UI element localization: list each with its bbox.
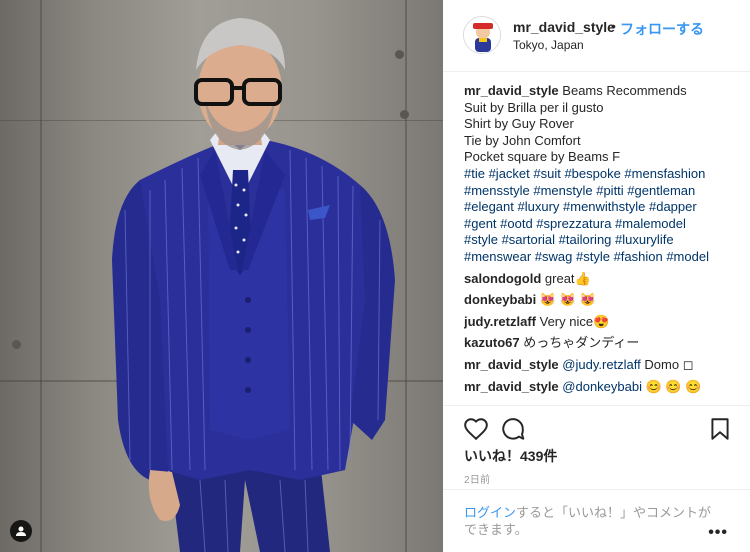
- hashtag-line[interactable]: #mensstyle #menstyle #pitti #gentleman: [464, 183, 744, 200]
- hashtag-line[interactable]: #gent #ootd #sprezzatura #malemodel: [464, 216, 744, 233]
- login-prompt: ログインすると「いいね！」やコメントができます。 •••: [443, 489, 750, 552]
- caption-line: Pocket square by Beams F: [464, 149, 621, 165]
- hashtag-line[interactable]: #elegant #luxury #menwithstyle #dapper: [464, 199, 744, 216]
- comment-item: judy.retzlaff Very nice😍: [464, 314, 744, 331]
- comment-icon[interactable]: [500, 416, 526, 442]
- likes-count[interactable]: いいね！439件: [464, 446, 557, 466]
- comment-username[interactable]: mr_david_style: [464, 379, 559, 394]
- caption-line: Shirt by Guy Rover: [464, 116, 574, 132]
- post-time[interactable]: 2日前: [464, 471, 490, 486]
- comment-mention[interactable]: @donkeybabi: [562, 379, 642, 394]
- comment-text: 😊 😊 😊: [645, 378, 702, 394]
- caption-line: Suit by Brilla per il gusto: [464, 99, 604, 115]
- post-details-panel: mr_david_style • フォローする Tokyo, Japan mr_…: [443, 0, 750, 552]
- login-link[interactable]: ログイン: [464, 505, 516, 520]
- post-photo[interactable]: [0, 0, 443, 552]
- comment-text: めっちゃダンディー: [523, 335, 640, 351]
- comment-text: 😻 😻 😻: [539, 292, 596, 308]
- action-bar: [443, 405, 750, 445]
- comment-username[interactable]: kazuto67: [464, 335, 520, 350]
- comment-text: great👍: [544, 270, 591, 286]
- separator-dot: •: [611, 18, 616, 34]
- bookmark-icon[interactable]: [707, 416, 733, 442]
- comment-mention[interactable]: @judy.retzlaff: [562, 357, 640, 372]
- follow-button[interactable]: フォローする: [620, 19, 704, 39]
- post-header: mr_david_style • フォローする Tokyo, Japan: [443, 0, 750, 72]
- comment-username[interactable]: mr_david_style: [464, 357, 559, 372]
- comment-item: mr_david_style @judy.retzlaff Domo ◻: [464, 357, 744, 374]
- comment-item: salondogold great👍: [464, 271, 744, 288]
- comments-list[interactable]: mr_david_style Beams Recommends Suit by …: [464, 83, 744, 405]
- comment-item: mr_david_style @donkeybabi 😊 😊 😊: [464, 379, 744, 396]
- comment-username[interactable]: salondogold: [464, 271, 541, 286]
- caption-line: Beams Recommends: [562, 83, 687, 98]
- comment-text: Very nice😍: [539, 313, 610, 329]
- user-tag-icon[interactable]: [10, 520, 32, 542]
- caption-line: Tie by John Comfort: [464, 132, 581, 148]
- hashtag-line[interactable]: #menswear #swag #style #fashion #model: [464, 249, 744, 266]
- avatar[interactable]: [463, 16, 501, 54]
- post-author-username[interactable]: mr_david_style: [513, 19, 615, 35]
- caption: mr_david_style Beams Recommends Suit by …: [464, 83, 744, 266]
- comment-username[interactable]: judy.retzlaff: [464, 314, 536, 329]
- heart-icon[interactable]: [463, 416, 489, 442]
- hashtag-line[interactable]: #style #sartorial #tailoring #luxurylife: [464, 232, 744, 249]
- login-prompt-text: ログインすると「いいね！」やコメントができます。: [464, 504, 714, 538]
- comment-item: donkeybabi 😻 😻 😻: [464, 292, 744, 309]
- caption-username[interactable]: mr_david_style: [464, 83, 559, 98]
- post-location[interactable]: Tokyo, Japan: [513, 38, 584, 52]
- more-options-icon[interactable]: •••: [708, 524, 728, 542]
- comment-text: Domo ◻: [644, 356, 694, 372]
- man-in-suit-image: [112, 18, 395, 552]
- hashtag-line[interactable]: #tie #jacket #suit #bespoke #mensfashion: [464, 166, 744, 183]
- comment-item: kazuto67 めっちゃダンディー: [464, 335, 744, 352]
- comment-username[interactable]: donkeybabi: [464, 292, 536, 307]
